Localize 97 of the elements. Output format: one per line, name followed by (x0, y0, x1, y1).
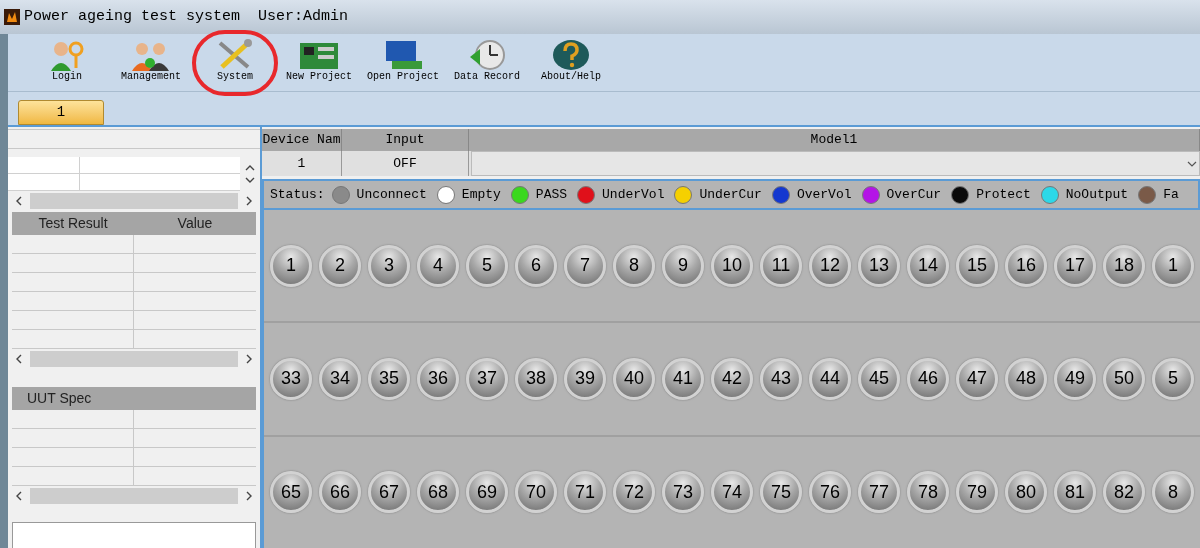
channel-indicator[interactable]: 35 (368, 358, 410, 400)
scrollbar-thumb[interactable] (30, 351, 238, 367)
channel-indicator[interactable]: 38 (515, 358, 557, 400)
toolbar-button[interactable]: System (196, 37, 274, 83)
channel-indicator[interactable]: 16 (1005, 244, 1047, 287)
scroll-up-icon[interactable] (245, 165, 255, 171)
channel-indicator[interactable]: 10 (711, 244, 753, 287)
channel-indicator[interactable]: 45 (858, 358, 900, 400)
channel-indicator[interactable]: 73 (662, 471, 704, 514)
channel-indicator[interactable]: 76 (809, 471, 851, 514)
channel-indicator[interactable]: 82 (1103, 471, 1145, 514)
channel-indicator[interactable]: 4 (417, 244, 459, 287)
status-label: Unconnect (356, 185, 427, 204)
channel-indicator[interactable]: 8 (613, 244, 655, 287)
channel-indicator[interactable]: 47 (956, 358, 998, 400)
channel-indicator[interactable]: 67 (368, 471, 410, 514)
channel-indicator[interactable]: 5 (466, 244, 508, 287)
status-label: UnderVol (602, 185, 665, 204)
column-header: UUT Spec (26, 389, 92, 408)
channel-indicator[interactable]: 43 (760, 358, 802, 400)
scrollbar-thumb[interactable] (30, 488, 238, 504)
status-label: UnderCur (699, 185, 762, 204)
toolbar-button[interactable]: Login (28, 37, 106, 83)
status-label: PASS (535, 185, 568, 204)
channel-indicator[interactable]: 70 (515, 471, 557, 514)
status-label: OverVol (796, 185, 852, 204)
chevron-down-icon (1187, 160, 1197, 167)
channel-indicator[interactable]: 48 (1005, 358, 1047, 400)
scroll-right-icon[interactable] (246, 354, 252, 364)
channel-indicator[interactable]: 18 (1103, 244, 1145, 287)
channel-indicator[interactable]: 44 (809, 358, 851, 400)
toolbar-button[interactable]: Data Record (448, 37, 526, 83)
text-box[interactable] (12, 522, 256, 548)
channel-indicator[interactable]: 80 (1005, 471, 1047, 514)
channel-indicator[interactable]: 79 (956, 471, 998, 514)
channel-indicator[interactable]: 12 (809, 244, 851, 287)
status-label: Protect (976, 185, 1031, 204)
channel-indicator[interactable]: 14 (907, 244, 949, 287)
channel-indicator[interactable]: 11 (760, 244, 802, 287)
channel-indicator[interactable]: 5 (1152, 358, 1194, 400)
channel-indicator[interactable]: 34 (319, 358, 361, 400)
channel-indicator[interactable]: 17 (1054, 244, 1096, 287)
channel-indicator[interactable]: 8 (1152, 471, 1194, 514)
toolbar-button[interactable]: About/Help (532, 37, 610, 83)
table-cell: 1 (262, 151, 342, 176)
channel-indicator[interactable]: 74 (711, 471, 753, 514)
channel-indicator[interactable]: 37 (466, 358, 508, 400)
channel-indicator[interactable]: 3 (368, 244, 410, 287)
channel-indicator[interactable]: 50 (1103, 358, 1145, 400)
scroll-down-icon[interactable] (245, 177, 255, 183)
channel-indicator[interactable]: 49 (1054, 358, 1096, 400)
channel-indicator[interactable]: 40 (613, 358, 655, 400)
scroll-right-icon[interactable] (246, 196, 252, 206)
channel-indicator[interactable]: 42 (711, 358, 753, 400)
channel-indicator[interactable]: 66 (319, 471, 361, 514)
toolbar-button[interactable]: New Project (280, 37, 358, 83)
status-label: NoOutput (1065, 185, 1129, 204)
status-label: Empty (461, 185, 501, 204)
channel-indicator[interactable]: 2 (319, 244, 361, 287)
channel-indicator[interactable]: 13 (858, 244, 900, 287)
channel-indicator[interactable]: 69 (466, 471, 508, 514)
toolbar-button[interactable]: Management (112, 37, 190, 83)
channel-indicator[interactable]: 9 (662, 244, 704, 287)
app-logo-icon (4, 9, 20, 25)
channel-indicator[interactable]: 1 (1152, 244, 1194, 287)
channel-indicator[interactable]: 81 (1054, 471, 1096, 514)
channel-indicator[interactable]: 39 (564, 358, 606, 400)
status-label: Status: (270, 185, 325, 204)
scroll-left-icon[interactable] (16, 491, 22, 501)
channel-indicator[interactable]: 36 (417, 358, 459, 400)
scrollbar-thumb[interactable] (30, 193, 238, 209)
window-title: Power ageing test system User:Admin (24, 6, 349, 27)
column-header: Value (176, 214, 214, 233)
help-icon (550, 37, 592, 71)
channel-indicator[interactable]: 65 (270, 471, 312, 514)
channel-indicator[interactable]: 77 (858, 471, 900, 514)
channel-indicator[interactable]: 7 (564, 244, 606, 287)
scroll-left-icon[interactable] (16, 196, 22, 206)
channel-indicator[interactable]: 68 (417, 471, 459, 514)
toolbar-button[interactable]: Open Project (364, 37, 442, 83)
channel-indicator[interactable]: 72 (613, 471, 655, 514)
status-label: OverCur (886, 185, 942, 204)
channel-indicator[interactable]: 41 (662, 358, 704, 400)
channel-indicator[interactable]: 46 (907, 358, 949, 400)
column-header: Test Result (37, 214, 109, 233)
scroll-right-icon[interactable] (246, 491, 252, 501)
table-cell: OFF (342, 151, 469, 176)
scroll-left-icon[interactable] (16, 354, 22, 364)
tab[interactable]: 1 (18, 100, 104, 125)
channel-indicator[interactable]: 71 (564, 471, 606, 514)
channel-indicator[interactable]: 33 (270, 358, 312, 400)
channel-indicator[interactable]: 78 (907, 471, 949, 514)
channel-indicator[interactable]: 6 (515, 244, 557, 287)
channel-indicator[interactable]: 75 (760, 471, 802, 514)
channel-indicator[interactable]: 15 (956, 244, 998, 287)
status-label: Fa (1163, 185, 1179, 204)
channel-indicator[interactable]: 1 (270, 244, 312, 287)
